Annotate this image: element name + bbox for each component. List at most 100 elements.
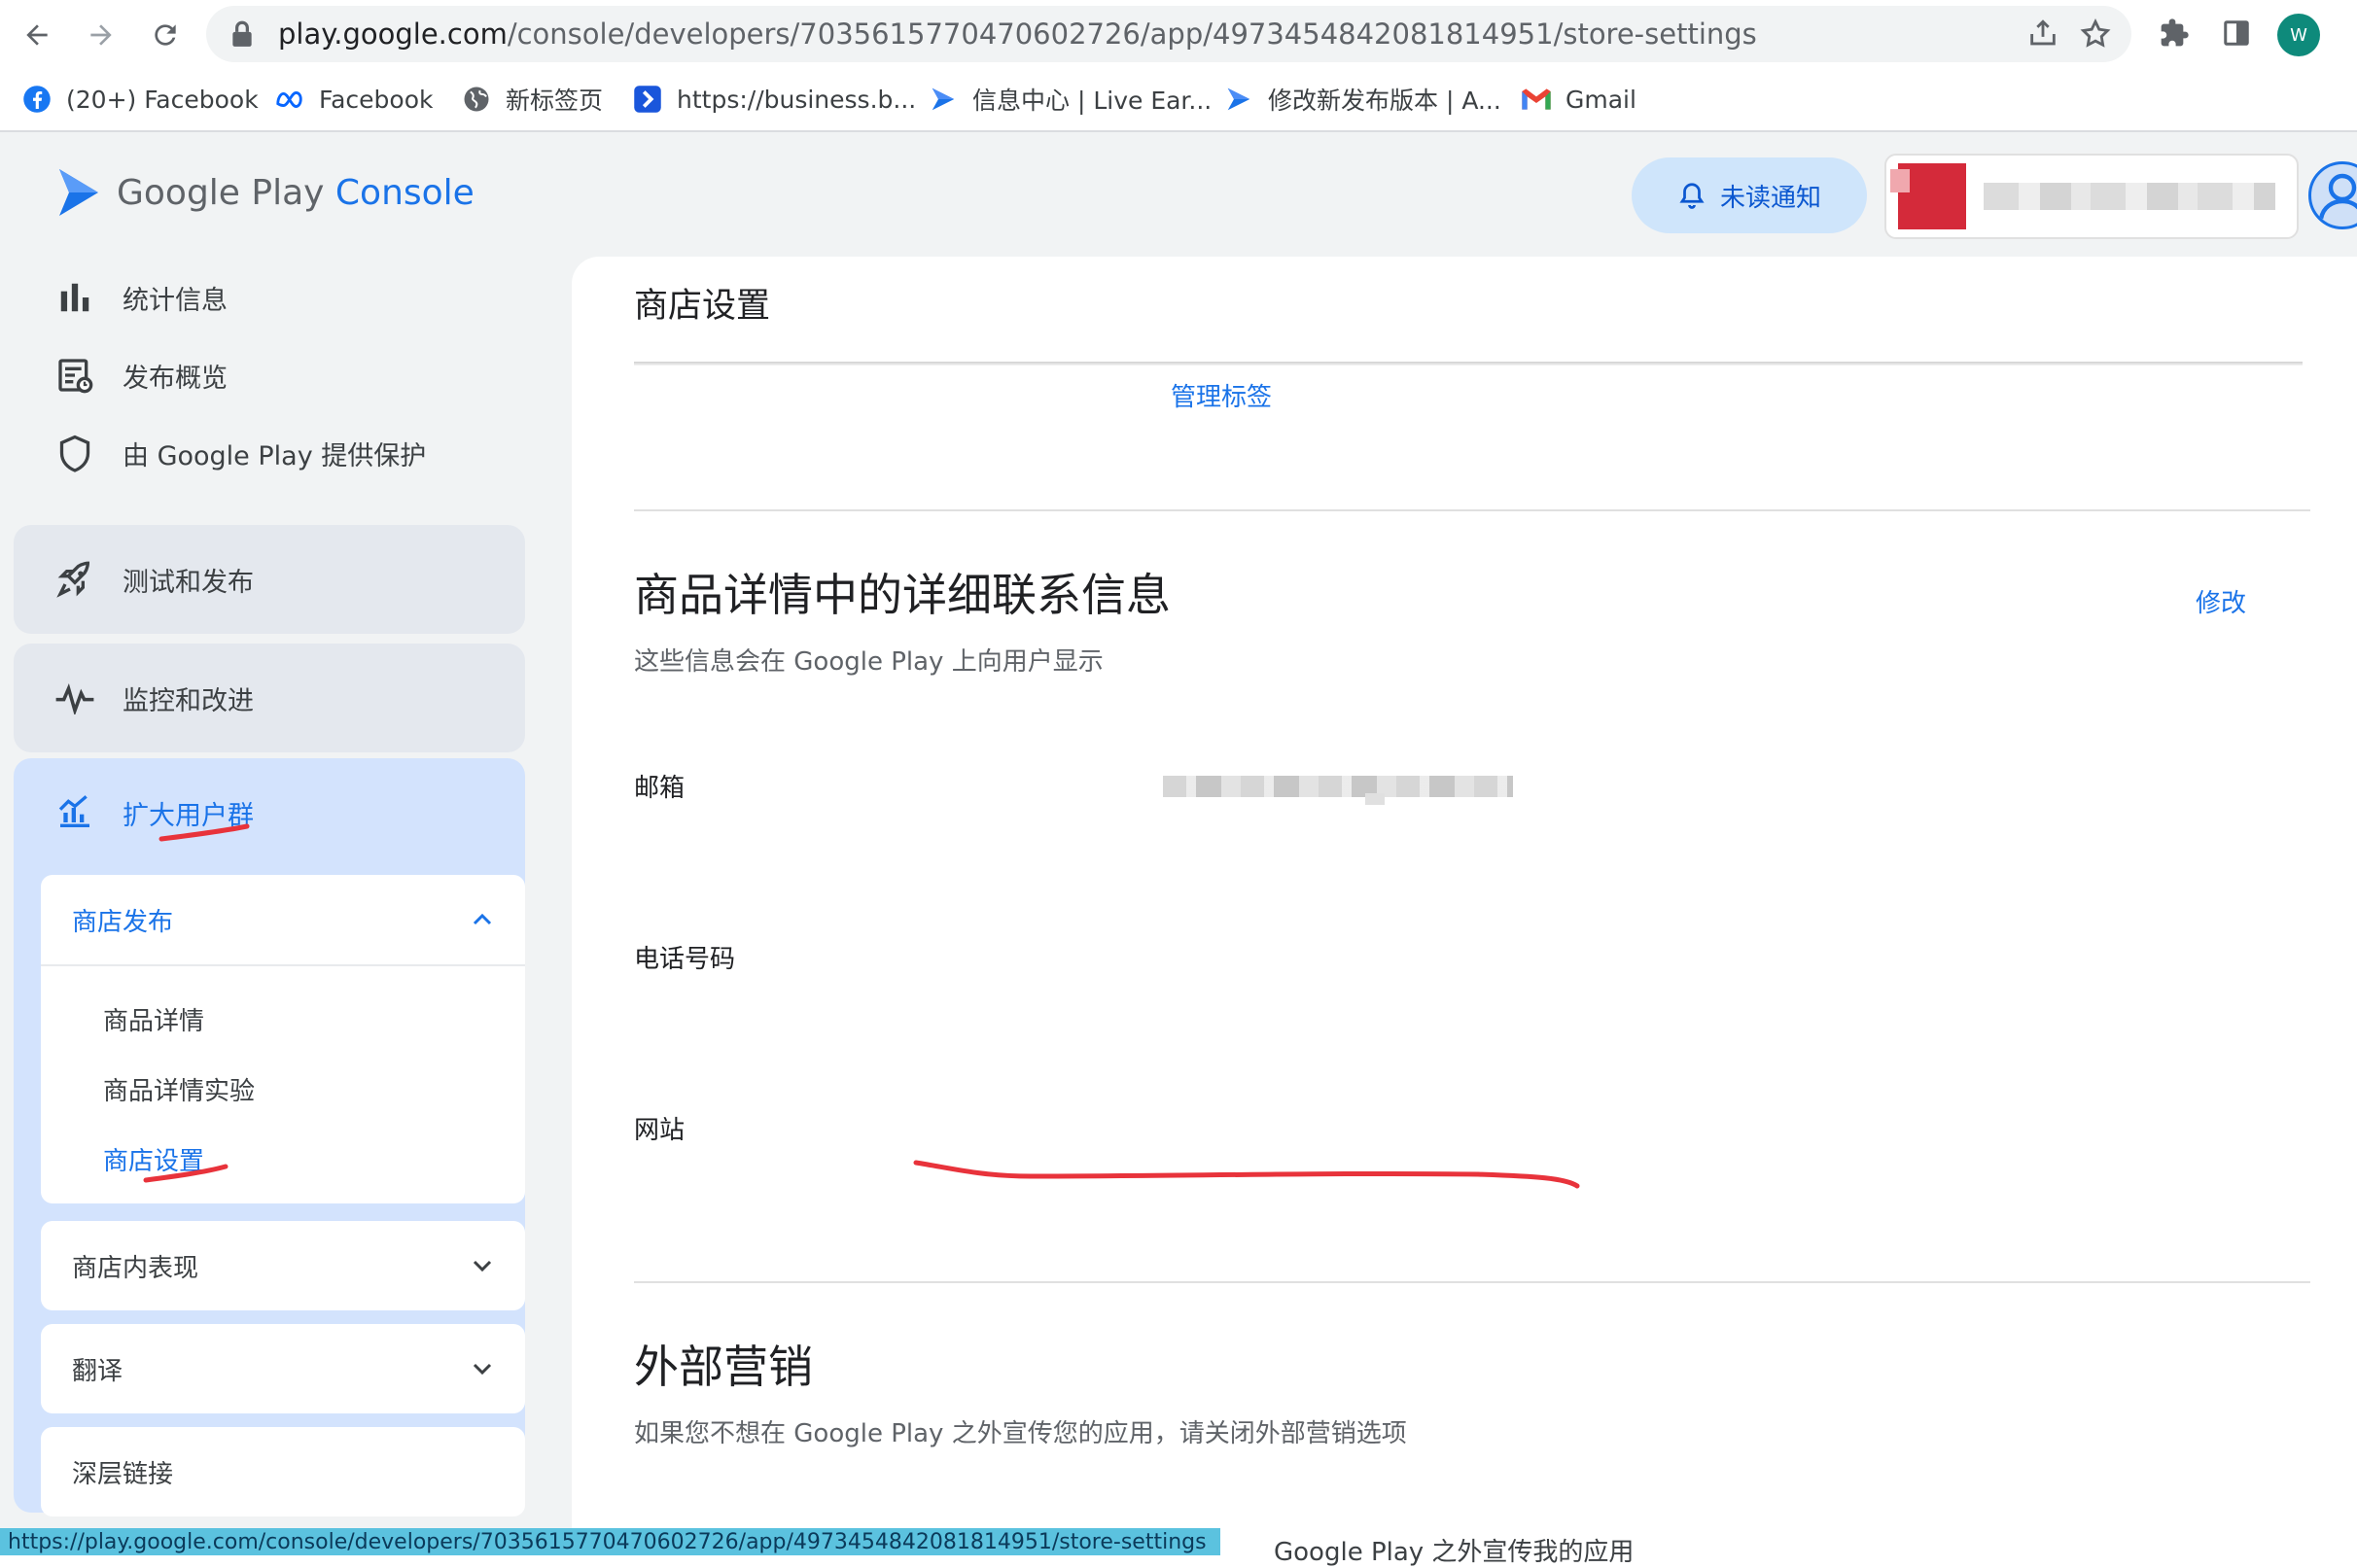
notifications-label: 未读通知 xyxy=(1719,183,1821,213)
logo-console: Console xyxy=(334,172,475,213)
chevron-down-icon xyxy=(469,1252,496,1279)
translation-label: 翻译 xyxy=(72,1356,123,1386)
nav-label: 由 Google Play 提供保护 xyxy=(123,440,427,471)
store-performance-group[interactable]: 商店内表现 xyxy=(41,1221,525,1310)
deep-links-label: 深层链接 xyxy=(72,1459,174,1489)
bookmark-blue-icon xyxy=(632,84,663,115)
website-label: 网站 xyxy=(634,1116,686,1145)
bookmark-gmail[interactable]: Gmail xyxy=(1521,82,1636,117)
profile-avatar[interactable]: W xyxy=(2277,14,2320,56)
bookmark-business[interactable]: https://business.b... xyxy=(632,82,916,117)
divider xyxy=(41,964,525,966)
nav-store-settings[interactable]: 商店设置 xyxy=(103,1141,204,1177)
extensions-button[interactable] xyxy=(2155,14,2194,52)
edit-contact-link[interactable]: 修改 xyxy=(2196,583,2246,619)
bookmark-label: https://business.b... xyxy=(677,85,917,114)
account-image-edge xyxy=(1890,169,1910,192)
url-text: play.google.com/console/developers/70356… xyxy=(278,17,1757,51)
browser-toolbar: play.google.com/console/developers/70356… xyxy=(0,0,2357,68)
nav-main-store-listing[interactable]: 商品详情 xyxy=(103,1001,204,1037)
developer-account-selector[interactable] xyxy=(1884,154,2299,239)
play-console-logo[interactable]: Google Play Console xyxy=(54,167,475,218)
side-panel-button[interactable] xyxy=(2217,14,2256,52)
external-marketing-heading: 外部营销 xyxy=(634,1341,813,1393)
nav-label: 扩大用户群 xyxy=(123,800,254,831)
bar-chart-icon xyxy=(53,275,97,320)
main-content-card xyxy=(572,257,2357,1555)
nav-section-monitor-and-improve[interactable]: 监控和改进 xyxy=(14,644,525,752)
bookmark-label: Gmail xyxy=(1565,85,1636,114)
unread-notifications-button[interactable]: 未读通知 xyxy=(1632,157,1867,233)
nav-section-grow-users-header[interactable]: 扩大用户群 xyxy=(14,758,525,867)
play-console-icon xyxy=(928,84,959,115)
store-presence-group: 商店发布 商品详情 商品详情实验 商店设置 xyxy=(41,875,525,1203)
logo-google-play: Google Play xyxy=(117,172,325,213)
translation-group[interactable]: 翻译 xyxy=(41,1324,525,1413)
meta-icon xyxy=(274,84,305,115)
phone-label: 电话号码 xyxy=(634,945,736,974)
nav-label: 发布概览 xyxy=(123,363,228,394)
store-presence-toggle[interactable]: 商店发布 xyxy=(41,875,525,964)
back-arrow-icon xyxy=(26,24,48,46)
bookmark-edit-release[interactable]: 修改新发布版本 | A... xyxy=(1223,82,1501,117)
play-console-logo-icon xyxy=(59,169,98,216)
bookmark-facebook[interactable]: Facebook xyxy=(274,82,433,117)
chevron-down-icon xyxy=(469,1355,496,1382)
chevron-up-icon xyxy=(469,906,496,933)
bookmark-label: 新标签页 xyxy=(506,87,604,115)
store-presence-label: 商店发布 xyxy=(72,907,174,937)
deep-links-item[interactable]: 深层链接 xyxy=(41,1427,525,1516)
gmail-icon xyxy=(1521,84,1552,115)
nav-statistics[interactable]: 统计信息 xyxy=(14,259,525,336)
bookmark-label: 修改新发布版本 | A... xyxy=(1268,87,1501,115)
sticky-header-shadow xyxy=(634,362,2303,366)
forward-button[interactable] xyxy=(80,14,123,56)
side-panel-icon xyxy=(2224,20,2249,46)
bookmark-dashboard[interactable]: 信息中心 | Live Ear... xyxy=(928,82,1212,117)
external-marketing-description: 如果您不想在 Google Play 之外宣传您的应用，请关闭外部营销选项 xyxy=(634,1419,1407,1448)
share-icon[interactable] xyxy=(2026,17,2059,51)
contact-details-description: 这些信息会在 Google Play 上向用户显示 xyxy=(634,647,1104,677)
grow-users-icon xyxy=(53,790,97,835)
forward-arrow-icon xyxy=(90,24,112,46)
email-value-redacted xyxy=(1163,776,1513,797)
back-button[interactable] xyxy=(16,14,58,56)
play-console-app: Google Play Console 未读通知 统计信息 发布概览 由 Goo… xyxy=(0,132,2357,1555)
facebook-icon xyxy=(21,84,53,115)
nav-play-protect[interactable]: 由 Google Play 提供保护 xyxy=(14,414,525,492)
bookmark-facebook-notifications[interactable]: (20+) Facebook xyxy=(21,82,259,117)
publishing-overview-icon xyxy=(53,353,97,398)
bookmark-new-tab[interactable]: 新标签页 xyxy=(461,82,603,117)
reload-button[interactable] xyxy=(144,14,187,56)
bookmark-label: Facebook xyxy=(319,85,434,114)
star-icon[interactable] xyxy=(2079,17,2112,51)
contact-details-heading: 商品详情中的详细联系信息 xyxy=(634,569,1171,621)
shield-icon xyxy=(53,431,97,475)
bookmarks-bar: (20+) Facebook Facebook 新标签页 https://bus… xyxy=(0,68,2357,132)
reload-icon xyxy=(155,24,176,46)
nav-label: 统计信息 xyxy=(123,285,228,316)
nav-publishing-overview[interactable]: 发布概览 xyxy=(14,336,525,414)
url-path: /console/developers/7035615770470602726/… xyxy=(507,17,1757,51)
link-hover-statusbar: https://play.google.com/console/develope… xyxy=(0,1528,1220,1555)
address-bar[interactable]: play.google.com/console/developers/70356… xyxy=(206,6,2131,62)
nav-section-grow-users: 扩大用户群 商店发布 商品详情 商品详情实验 商店设置 商店内表现 翻译 深层链… xyxy=(14,758,525,1516)
play-console-icon xyxy=(1223,84,1254,115)
pulse-icon xyxy=(53,676,97,720)
external-marketing-option-partial: Google Play 之外宣传我的应用 xyxy=(1274,1538,1635,1567)
email-label: 邮箱 xyxy=(634,774,686,803)
puzzle-icon xyxy=(2161,18,2189,47)
url-host: play.google.com xyxy=(278,17,508,51)
user-avatar[interactable] xyxy=(2308,161,2357,229)
email-value-redacted-tail xyxy=(1365,793,1385,805)
nav-section-test-and-release[interactable]: 测试和发布 xyxy=(14,525,525,634)
nav-label: 监控和改进 xyxy=(123,685,254,716)
bell-icon xyxy=(1679,183,1705,209)
bookmark-label: (20+) Facebook xyxy=(66,85,259,114)
lock-icon xyxy=(232,20,252,47)
section-divider xyxy=(634,509,2310,511)
people-icon xyxy=(2318,173,2357,220)
nav-store-listing-experiments[interactable]: 商品详情实验 xyxy=(103,1071,255,1107)
manage-tags-link[interactable]: 管理标签 xyxy=(1171,377,1272,413)
account-name-redacted xyxy=(1984,183,2275,210)
